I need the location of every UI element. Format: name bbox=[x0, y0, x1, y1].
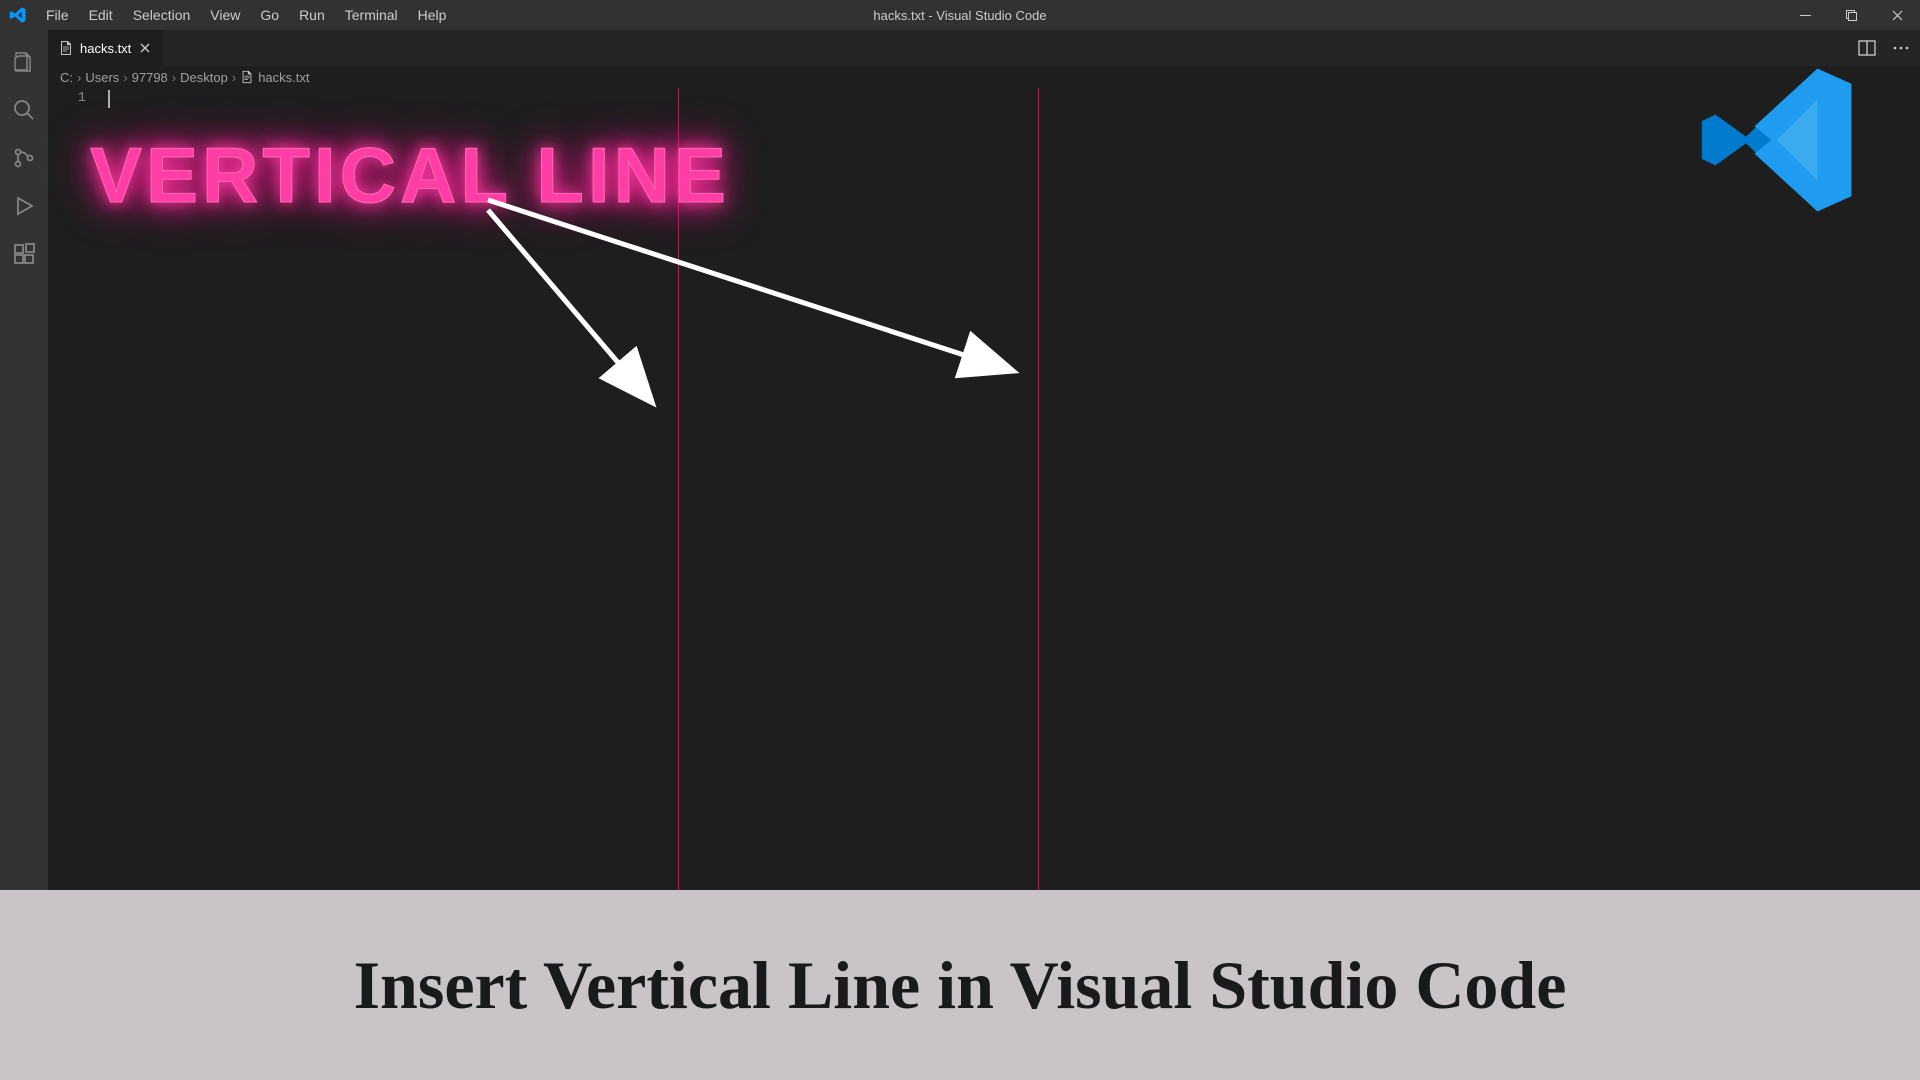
line-number: 1 bbox=[48, 90, 108, 109]
explorer-icon[interactable] bbox=[0, 38, 48, 86]
chevron-right-icon: › bbox=[232, 70, 236, 85]
breadcrumb-c[interactable]: C: bbox=[60, 70, 73, 85]
title-bar: File Edit Selection View Go Run Terminal… bbox=[0, 0, 1920, 30]
chevron-right-icon: › bbox=[123, 70, 127, 85]
tab-close-icon[interactable] bbox=[137, 40, 153, 56]
caption-text: Insert Vertical Line in Visual Studio Co… bbox=[354, 946, 1567, 1025]
vscode-logo bbox=[1695, 55, 1865, 225]
minimize-button[interactable] bbox=[1782, 0, 1828, 30]
gutter: 1 bbox=[48, 88, 108, 109]
menu-go[interactable]: Go bbox=[250, 3, 289, 27]
search-icon[interactable] bbox=[0, 86, 48, 134]
menu-terminal[interactable]: Terminal bbox=[335, 3, 408, 27]
more-actions-icon[interactable] bbox=[1890, 37, 1912, 59]
maximize-button[interactable] bbox=[1828, 0, 1874, 30]
chevron-right-icon: › bbox=[77, 70, 81, 85]
extensions-icon[interactable] bbox=[0, 230, 48, 278]
run-debug-icon[interactable] bbox=[0, 182, 48, 230]
menu-view[interactable]: View bbox=[200, 3, 250, 27]
tab-label: hacks.txt bbox=[80, 41, 131, 56]
menu-file[interactable]: File bbox=[36, 3, 79, 27]
menu-edit[interactable]: Edit bbox=[79, 3, 123, 27]
tab-hacks[interactable]: hacks.txt bbox=[48, 30, 163, 66]
breadcrumb-desktop[interactable]: Desktop bbox=[180, 70, 228, 85]
file-icon bbox=[58, 40, 74, 56]
vscode-icon bbox=[8, 5, 28, 25]
menu-selection[interactable]: Selection bbox=[123, 3, 201, 27]
breadcrumb-file[interactable]: hacks.txt bbox=[258, 70, 309, 85]
tab-bar: hacks.txt bbox=[48, 30, 1920, 66]
menu-help[interactable]: Help bbox=[408, 3, 457, 27]
overlay-heading: VERTICAL LINE bbox=[90, 130, 730, 221]
window-title: hacks.txt - Visual Studio Code bbox=[873, 8, 1046, 23]
breadcrumb-user[interactable]: 97798 bbox=[132, 70, 168, 85]
file-icon bbox=[240, 70, 254, 84]
menu-run[interactable]: Run bbox=[289, 3, 335, 27]
cursor bbox=[108, 90, 110, 108]
chevron-right-icon: › bbox=[172, 70, 176, 85]
close-button[interactable] bbox=[1874, 0, 1920, 30]
window-controls bbox=[1782, 0, 1920, 30]
breadcrumb-users[interactable]: Users bbox=[85, 70, 119, 85]
breadcrumb[interactable]: C: › Users › 97798 › Desktop › hacks.txt bbox=[48, 66, 1920, 88]
menu-bar: File Edit Selection View Go Run Terminal… bbox=[36, 3, 456, 27]
source-control-icon[interactable] bbox=[0, 134, 48, 182]
caption-band: Insert Vertical Line in Visual Studio Co… bbox=[0, 890, 1920, 1080]
